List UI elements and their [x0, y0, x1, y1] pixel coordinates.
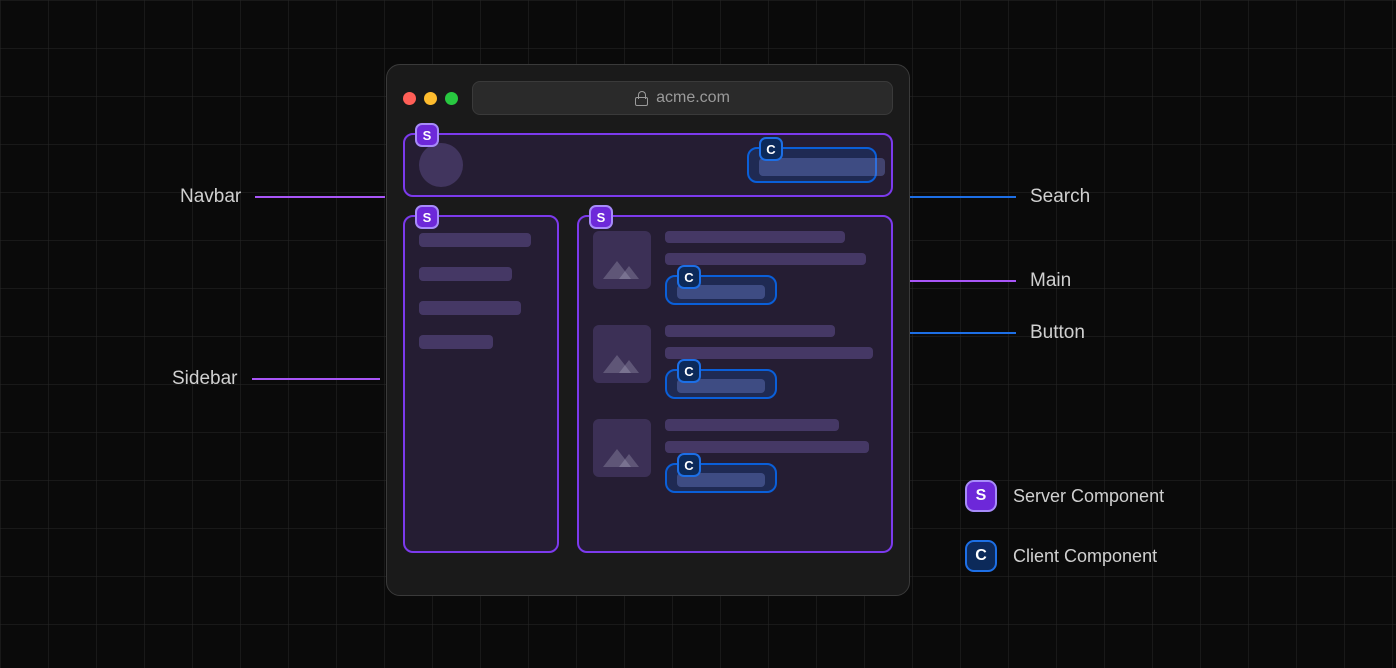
- annotation-line: [255, 196, 385, 198]
- annotation-search-label: Search: [1030, 186, 1090, 208]
- lock-icon: [635, 91, 648, 106]
- button-region[interactable]: C: [665, 275, 777, 305]
- list-item: C: [593, 419, 877, 493]
- image-placeholder-icon: [593, 231, 651, 289]
- legend-server: S Server Component: [965, 480, 1164, 512]
- legend-client-label: Client Component: [1013, 546, 1157, 567]
- list-item: C: [593, 325, 877, 399]
- image-placeholder-icon: [593, 419, 651, 477]
- search-region[interactable]: C: [747, 147, 877, 183]
- annotation-sidebar-label: Sidebar: [172, 368, 238, 390]
- list-item: C: [593, 231, 877, 305]
- traffic-lights: [403, 92, 458, 105]
- text-placeholder: [665, 325, 835, 337]
- client-badge-icon: C: [677, 265, 701, 289]
- image-placeholder-icon: [593, 325, 651, 383]
- annotation-navbar-label: Navbar: [180, 186, 241, 208]
- annotation-line: [252, 378, 380, 380]
- annotation-button-label: Button: [1030, 322, 1085, 344]
- client-badge-icon: C: [677, 359, 701, 383]
- client-badge-icon: C: [759, 137, 783, 161]
- browser-titlebar: acme.com: [403, 81, 893, 115]
- sidebar-region: S: [403, 215, 559, 553]
- annotation-sidebar: Sidebar: [172, 368, 380, 390]
- button-region[interactable]: C: [665, 369, 777, 399]
- text-placeholder: [665, 441, 869, 453]
- button-region[interactable]: C: [665, 463, 777, 493]
- url-bar[interactable]: acme.com: [472, 81, 893, 115]
- columns: S S C: [403, 215, 893, 553]
- sidebar-item: [419, 233, 531, 247]
- sidebar-item: [419, 267, 512, 281]
- annotation-line: [898, 280, 1016, 282]
- legend-server-label: Server Component: [1013, 486, 1164, 507]
- text-placeholder: [665, 231, 845, 243]
- text-placeholder: [665, 347, 873, 359]
- client-badge-icon: C: [965, 540, 997, 572]
- annotation-navbar: Navbar: [180, 186, 385, 208]
- close-dot-icon[interactable]: [403, 92, 416, 105]
- annotation-main-label: Main: [1030, 270, 1071, 292]
- client-badge-icon: C: [677, 453, 701, 477]
- minimize-dot-icon[interactable]: [424, 92, 437, 105]
- main-region: S C C: [577, 215, 893, 553]
- text-placeholder: [665, 253, 866, 265]
- server-badge-icon: S: [965, 480, 997, 512]
- maximize-dot-icon[interactable]: [445, 92, 458, 105]
- navbar-region: S C: [403, 133, 893, 197]
- browser-window: acme.com S C S S: [386, 64, 910, 596]
- avatar-placeholder: [419, 143, 463, 187]
- legend-client: C Client Component: [965, 540, 1157, 572]
- server-badge-icon: S: [415, 123, 439, 147]
- url-text: acme.com: [656, 89, 730, 107]
- server-badge-icon: S: [415, 205, 439, 229]
- sidebar-item: [419, 335, 493, 349]
- annotation-main: Main: [898, 270, 1071, 292]
- sidebar-item: [419, 301, 521, 315]
- text-placeholder: [665, 419, 839, 431]
- server-badge-icon: S: [589, 205, 613, 229]
